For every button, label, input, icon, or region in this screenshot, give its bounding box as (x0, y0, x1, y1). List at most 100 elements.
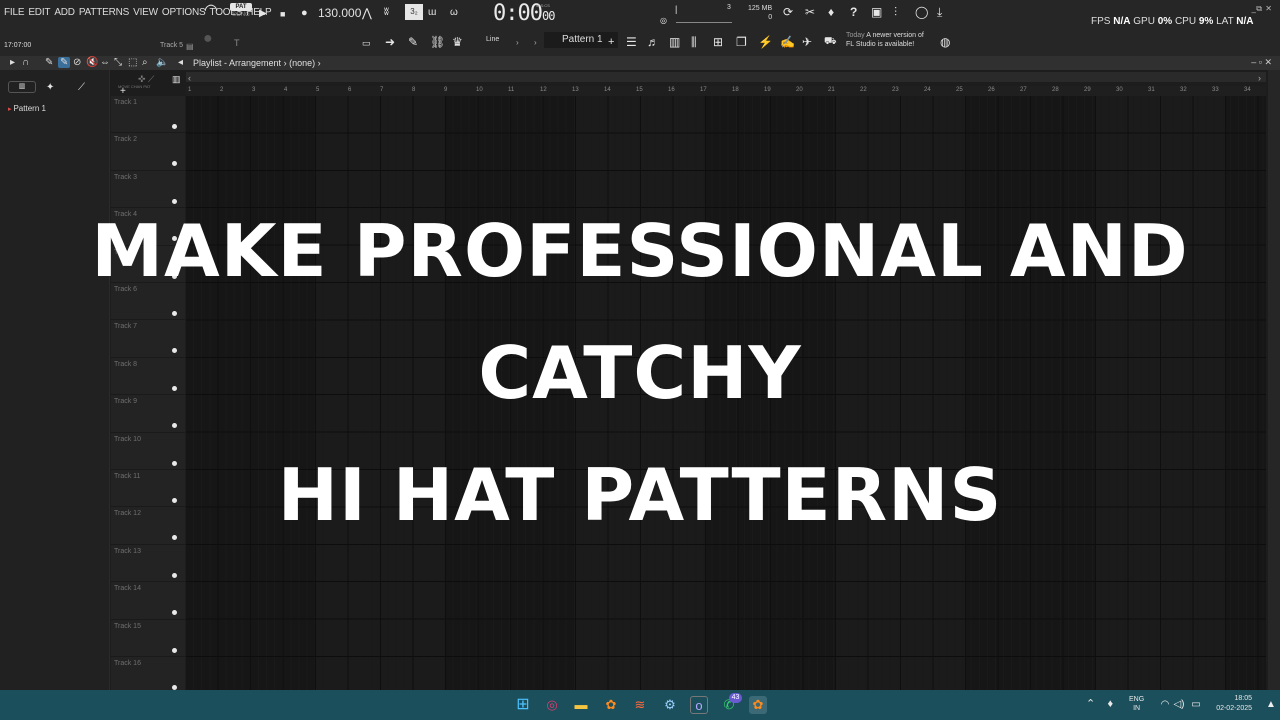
pat-song-toggle[interactable]: PAT SONG (230, 3, 252, 19)
tray-mic-icon[interactable]: ♦ (1107, 698, 1113, 710)
track-header[interactable]: Track 15 (111, 620, 185, 657)
pattern-prev-chevron-icon[interactable]: › (534, 36, 537, 50)
stop-icon[interactable]: ■ (280, 7, 285, 21)
paint-tool-icon[interactable]: ✎ (58, 57, 71, 68)
tempo-paint-icon[interactable]: ✍ (780, 35, 795, 49)
timeline-ruler[interactable]: 1 2 3 4 5 6 7 8 9 10 11 12 13 14 15 16 17 18 19 20 21 22 23 24 2… (186, 86, 1266, 96)
snap-select[interactable]: Line (470, 34, 530, 48)
app-circle-icon[interactable]: ◎ (543, 696, 561, 714)
piano-keys-icon[interactable]: ▥ (172, 72, 181, 86)
master-volume-icon[interactable]: ◎ (660, 14, 667, 28)
metronome-icon[interactable]: ⋀ (362, 6, 372, 20)
add-pattern-icon[interactable]: + (608, 35, 614, 49)
app-o-icon[interactable]: o (690, 696, 708, 714)
record-icon[interactable]: ● (301, 6, 308, 20)
stamp-icon[interactable]: ♛ (452, 35, 463, 49)
playlist-close-icon[interactable]: ✕ (1264, 57, 1272, 67)
channel-rack-view-icon[interactable]: ▥ (669, 35, 680, 49)
browser-plugin-icon[interactable]: ✦ (46, 81, 54, 95)
battery-icon[interactable]: ▭ (1187, 696, 1205, 714)
track-mute-led-icon[interactable] (172, 572, 177, 578)
edison-icon[interactable]: ✈ (802, 35, 812, 49)
track-mute-led-icon[interactable] (172, 647, 177, 653)
plugin-plug-icon[interactable]: ⚡ (758, 35, 773, 49)
link-icon[interactable]: ⛓ (430, 35, 445, 49)
tempo-display[interactable]: 130.000 (318, 6, 361, 20)
mixer-icon[interactable]: ⫶ (894, 5, 897, 19)
microphone-icon[interactable]: ♦ (828, 5, 834, 19)
playlist-view-icon[interactable]: ☰ (626, 35, 637, 49)
volume-icon[interactable]: ◁) (1170, 696, 1188, 714)
fl-studio-active-icon[interactable]: ✿ (749, 696, 767, 714)
magnet-snap-icon[interactable]: ∩ (22, 57, 29, 68)
pattern-select[interactable]: Pattern 1 (544, 32, 618, 48)
track-mute-led-icon[interactable] (172, 161, 177, 167)
save-icon[interactable]: ▣ (871, 5, 882, 19)
chat-icon[interactable]: ◯ (915, 5, 928, 19)
piano-roll-view-icon[interactable]: ♬ (647, 35, 659, 49)
settings-gear-icon[interactable]: ⚙ (661, 696, 679, 714)
tray-chevron-icon[interactable]: ⌃ (1086, 698, 1095, 710)
window-close-icon[interactable]: ✕ (1265, 4, 1272, 13)
track-header[interactable]: Track 16 (111, 657, 185, 695)
slice-tool-icon[interactable]: ⤡ (114, 57, 122, 68)
track-header[interactable]: Track 14 (111, 582, 185, 620)
playlist-options-arrow-icon[interactable]: ◂ (178, 57, 183, 68)
master-pitch-icon[interactable]: | (675, 2, 677, 16)
playlist-minimize-icon[interactable]: – (1251, 57, 1256, 67)
slip-tool-icon[interactable]: ⇔ (100, 57, 110, 68)
app-stripes-icon[interactable]: ≋ (631, 696, 649, 714)
menu-file[interactable]: FILE (4, 7, 25, 18)
countdown-icon[interactable]: 3₂ (405, 4, 423, 20)
menu-add[interactable]: ADD (54, 7, 75, 18)
main-pitch-knob-icon[interactable]: ● (203, 31, 213, 47)
scroll-left-icon[interactable]: ‹ (188, 71, 191, 85)
track-mute-led-icon[interactable] (172, 124, 177, 129)
brush-icon[interactable]: ✎ (408, 35, 418, 49)
menu-edit[interactable]: EDIT (28, 7, 50, 18)
refresh-icon[interactable]: ⟳ (783, 5, 793, 19)
cpu-knob-icon[interactable]: ◠ (204, 3, 218, 19)
arrow-right-icon[interactable]: ➜ (385, 35, 395, 49)
fl-studio-icon[interactable]: ✿ (602, 696, 620, 714)
windows-start-icon[interactable]: ⊞ (514, 696, 532, 714)
delete-tool-icon[interactable]: ⊘ (73, 57, 81, 68)
scroll-right-icon[interactable]: › (1258, 71, 1261, 85)
snap-dropdown-chevron-icon[interactable]: › (516, 36, 519, 50)
play-icon[interactable]: ▶ (259, 7, 267, 21)
mixer-view-icon[interactable]: ⫼ (691, 35, 697, 49)
download-icon[interactable]: ⤓ (937, 5, 942, 19)
track-header[interactable]: Track 1 (111, 96, 185, 134)
piano-roll-snap-icon[interactable]: ▭ (362, 36, 371, 50)
help-icon[interactable]: ? (850, 5, 857, 19)
browser-piano-icon[interactable]: ▥ (8, 81, 36, 93)
browser-view-icon[interactable]: ❐ (736, 35, 747, 49)
playlist-maximize-icon[interactable]: ▫ (1259, 57, 1262, 67)
shop-cart-icon[interactable]: ⛟ (824, 35, 837, 49)
select-tool-icon[interactable]: ⬚ (128, 57, 137, 68)
loop-record-icon[interactable]: ω (450, 6, 458, 20)
notification-bell-icon[interactable]: ▲ (1262, 696, 1280, 714)
taskbar-clock[interactable]: 18:05 02-02-2025 (1208, 694, 1252, 714)
menu-view[interactable]: VIEW (133, 7, 158, 18)
mute-tool-icon[interactable]: 🔇 (86, 57, 98, 68)
playlist-menu-arrow-icon[interactable]: ▸ (10, 57, 15, 68)
window-maximize-icon[interactable]: ⧉ (1256, 4, 1262, 14)
news-panel[interactable]: Today A newer version of FL Studio is av… (846, 31, 924, 49)
zoom-tool-icon[interactable]: ⌕ (142, 57, 148, 68)
globe-icon[interactable]: ◍ (940, 35, 950, 49)
horizontal-scrollbar[interactable] (186, 72, 1266, 82)
browser-automation-icon[interactable]: ⟋ (78, 81, 85, 95)
track-header[interactable]: Track 2 (111, 133, 185, 171)
pencil-tool-icon[interactable]: ✎ (45, 57, 53, 68)
menu-patterns[interactable]: PATTERNS (79, 7, 129, 18)
step-edit-icon[interactable]: ɯ (428, 6, 436, 20)
plugin-picker-icon[interactable]: ⊞ (713, 35, 723, 49)
master-volume-slider[interactable] (676, 22, 732, 23)
browser-pattern-item[interactable]: Pattern 1 (8, 104, 45, 113)
wait-record-icon[interactable]: ʬ (384, 6, 389, 20)
tempo-tap-icon[interactable]: ✂ (805, 5, 815, 19)
playback-tool-icon[interactable]: 🔈 (156, 57, 168, 68)
file-explorer-icon[interactable]: ▬ (572, 696, 590, 714)
track-mute-led-icon[interactable] (172, 610, 177, 616)
